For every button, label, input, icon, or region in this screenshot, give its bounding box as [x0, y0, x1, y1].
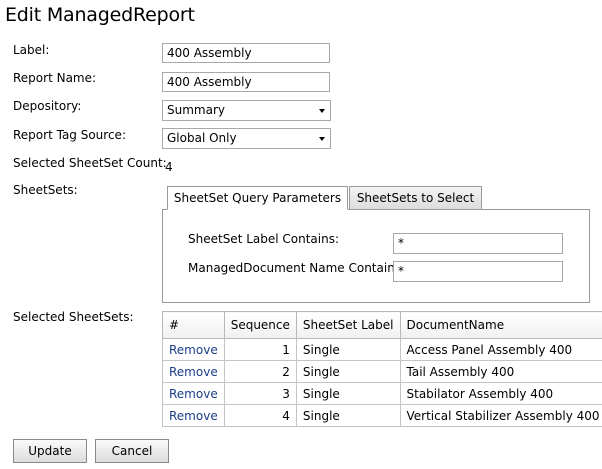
table-row: Remove 1 Single Access Panel Assembly 40… — [162, 338, 602, 361]
tag-source-field-label: Report Tag Source: — [13, 128, 126, 142]
table-row: Remove 3 Single Stabilator Assembly 400 — [162, 382, 602, 405]
tag-source-selected-value: Global Only — [167, 131, 237, 145]
sheetset-label-cell: Single — [295, 338, 401, 361]
sheetset-label-contains-label: SheetSet Label Contains: — [188, 232, 340, 246]
table-row: Remove 4 Single Vertical Stabilizer Asse… — [162, 404, 602, 427]
sheetset-label-cell: Single — [295, 360, 401, 383]
remove-link[interactable]: Remove — [162, 404, 225, 427]
depository-selected-value: Summary — [167, 103, 225, 117]
document-name-contains-input[interactable]: * — [393, 261, 563, 282]
label-input[interactable]: 400 Assembly — [162, 43, 330, 63]
depository-select[interactable]: Summary — [162, 100, 331, 121]
chevron-down-icon — [319, 137, 325, 141]
report-name-input[interactable]: 400 Assembly — [162, 72, 330, 92]
remove-link[interactable]: Remove — [162, 382, 225, 405]
depository-field-label: Depository: — [13, 99, 82, 113]
table-row: Remove 2 Single Tail Assembly 400 — [162, 360, 602, 383]
sheetsets-field-label: SheetSets: — [13, 183, 78, 197]
column-header-document-name[interactable]: DocumentName — [399, 311, 602, 339]
report-name-field-label: Report Name: — [13, 71, 97, 85]
sequence-cell: 2 — [223, 360, 297, 383]
page-title: Edit ManagedReport — [5, 4, 195, 26]
document-name-cell: Vertical Stabilizer Assembly 400 — [399, 404, 602, 427]
query-parameters-panel — [162, 209, 590, 303]
document-name-cell: Tail Assembly 400 — [399, 360, 602, 383]
document-name-cell: Access Panel Assembly 400 — [399, 338, 602, 361]
remove-link[interactable]: Remove — [162, 360, 225, 383]
sheetset-count-value: 4 — [165, 160, 173, 174]
column-header-sequence[interactable]: Sequence — [223, 311, 297, 339]
document-name-cell: Stabilator Assembly 400 — [399, 382, 602, 405]
sheetset-label-cell: Single — [295, 382, 401, 405]
tag-source-select[interactable]: Global Only — [162, 128, 331, 149]
chevron-down-icon — [319, 109, 325, 113]
sequence-cell: 3 — [223, 382, 297, 405]
column-header-number[interactable]: # — [162, 311, 225, 339]
document-name-contains-label: ManagedDocument Name Contains: — [188, 261, 406, 275]
selected-sheetsets-table: # Sequence SheetSet Label DocumentName R… — [162, 311, 602, 427]
count-field-label: Selected SheetSet Count: — [13, 156, 167, 170]
sheetset-label-cell: Single — [295, 404, 401, 427]
tab-sheetsets-to-select[interactable]: SheetSets to Select — [349, 186, 482, 210]
cancel-button[interactable]: Cancel — [95, 439, 169, 463]
sequence-cell: 1 — [223, 338, 297, 361]
sequence-cell: 4 — [223, 404, 297, 427]
remove-link[interactable]: Remove — [162, 338, 225, 361]
sheetset-label-contains-input[interactable]: * — [393, 233, 563, 254]
column-header-sheetset-label[interactable]: SheetSet Label — [295, 311, 401, 339]
selected-sheetsets-field-label: Selected SheetSets: — [13, 310, 134, 324]
update-button[interactable]: Update — [13, 439, 87, 463]
table-header-row: # Sequence SheetSet Label DocumentName — [162, 311, 602, 339]
label-field-label: Label: — [13, 43, 50, 57]
tab-sheetset-query-parameters[interactable]: SheetSet Query Parameters — [167, 186, 348, 210]
